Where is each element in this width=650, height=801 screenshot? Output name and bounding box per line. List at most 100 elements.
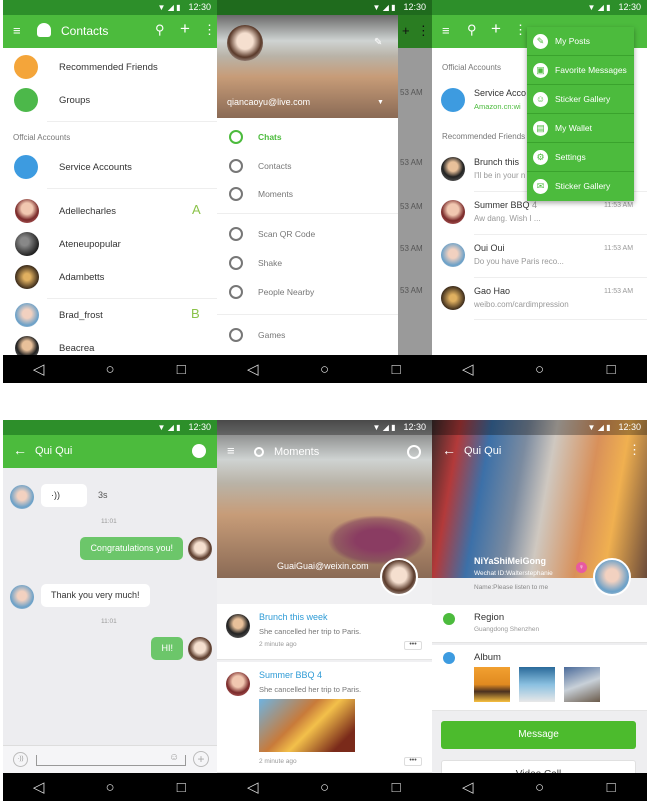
drawer-item-scan-qr[interactable]: Scan QR Code [258, 229, 315, 239]
back-icon[interactable]: ◁ [32, 779, 46, 796]
chat-snippet: I'll be in your n [474, 171, 526, 180]
more-options-button[interactable]: ••• [404, 757, 422, 766]
home-icon[interactable]: ○ [103, 779, 117, 796]
avatar [441, 286, 465, 310]
contact-name[interactable]: Brad_frost [59, 310, 103, 321]
edit-icon[interactable]: ✎ [374, 37, 382, 48]
post-title[interactable]: Summer BBQ 4 [259, 670, 322, 680]
chat-title[interactable]: Service Acco [474, 88, 526, 98]
album-row[interactable]: Album [432, 645, 647, 711]
post-title[interactable]: Brunch this week [259, 612, 328, 622]
user-avatar[interactable] [593, 558, 631, 596]
chat-title[interactable]: Oui Oui [474, 243, 505, 253]
plus-icon[interactable]: + [193, 751, 209, 767]
back-arrow-icon[interactable]: ← [13, 442, 27, 458]
dropdown-icon[interactable]: ▼ [377, 99, 384, 106]
search-icon[interactable]: ⚲ [467, 22, 477, 38]
menu-icon[interactable]: ≡ [227, 443, 235, 458]
contacts-screen: ▼ ◢ ▮ 12:30 ≡ Contacts ⚲ + ⋮ Recommended … [3, 0, 217, 383]
groups-item[interactable]: Groups [59, 95, 90, 106]
more-options-button[interactable]: ••• [404, 641, 422, 650]
message-input[interactable] [36, 755, 186, 766]
menu-item-sticker-gallery-2[interactable]: ✉ Sticker Gallery [527, 172, 634, 201]
user-avatar[interactable] [227, 25, 263, 61]
album-photo[interactable] [519, 667, 555, 702]
contact-name[interactable]: Ateneupopular [59, 239, 121, 250]
post-photo[interactable] [259, 699, 355, 752]
search-icon[interactable]: ⚲ [155, 22, 165, 38]
home-icon[interactable]: ○ [532, 361, 546, 378]
section-header-official: Official Accounts [442, 63, 501, 72]
album-photo[interactable] [564, 667, 600, 702]
chat-subtitle: Amazon.cn:wi [474, 102, 521, 111]
menu-icon[interactable]: ≡ [442, 23, 450, 38]
back-icon[interactable]: ◁ [461, 779, 475, 796]
avatar [10, 485, 34, 509]
add-icon[interactable]: + [491, 19, 501, 39]
page-title: Contacts [61, 24, 109, 38]
posts-icon: ✎ [533, 34, 548, 49]
voice-input-icon[interactable]: ·)) [13, 752, 28, 767]
drawer-item-chats[interactable]: Chats [258, 132, 282, 142]
album-photo[interactable] [474, 667, 510, 702]
female-icon: ♀ [576, 562, 587, 573]
name-line: Name:Please listen to me [474, 584, 549, 591]
recents-icon[interactable]: □ [604, 779, 618, 796]
chat-title[interactable]: Gao Hao [474, 286, 510, 296]
voice-message[interactable]: ·)) [41, 484, 87, 507]
system-nav-bar: ◁ ○ □ [432, 355, 647, 383]
add-icon[interactable]: + [180, 19, 190, 39]
more-icon[interactable]: ⋮ [203, 22, 216, 38]
shake-icon [229, 256, 243, 270]
menu-item-favorite-messages[interactable]: ▣ Favorite Messages [527, 56, 634, 85]
back-icon[interactable]: ◁ [461, 361, 475, 378]
recommended-friends-item[interactable]: Recommended Friends [59, 62, 158, 73]
home-icon[interactable]: ○ [103, 361, 117, 378]
menu-item-settings[interactable]: ⚙ Settings [527, 143, 634, 172]
menu-item-my-posts[interactable]: ✎ My Posts [527, 27, 634, 56]
back-icon[interactable]: ◁ [246, 361, 260, 378]
contact-name[interactable]: Adellecharles [59, 206, 116, 217]
back-icon[interactable]: ◁ [246, 779, 260, 796]
message-bubble-sent: Congratulations you! [80, 537, 183, 560]
contact-name[interactable]: Adambetts [59, 272, 104, 283]
recents-icon[interactable]: □ [174, 361, 188, 378]
drawer-screen: ▼ ◢ ▮ 12:30 + ⋮ 53 AM 53 AM 53 AM 53 AM 5… [217, 0, 432, 383]
contact-name[interactable]: Beacrea [59, 343, 94, 354]
divider [47, 121, 217, 122]
divider [474, 234, 647, 235]
menu-icon[interactable]: ≡ [13, 23, 21, 38]
menu-item-sticker-gallery[interactable]: ☺ Sticker Gallery [527, 85, 634, 114]
message-button[interactable]: Message [441, 721, 636, 749]
drawer-item-games[interactable]: Games [258, 330, 285, 340]
more-icon[interactable]: ⋮ [514, 22, 527, 38]
recents-icon[interactable]: □ [604, 361, 618, 378]
back-icon[interactable]: ◁ [32, 361, 46, 378]
home-icon[interactable]: ○ [317, 361, 331, 378]
drawer-item-shake[interactable]: Shake [258, 258, 282, 268]
home-icon[interactable]: ○ [532, 779, 546, 796]
dimmed-time: 53 AM [400, 202, 423, 211]
profile-icon[interactable] [192, 444, 206, 458]
home-icon[interactable]: ○ [317, 779, 331, 796]
drawer-item-people-nearby[interactable]: People Nearby [258, 287, 314, 297]
avatar [15, 303, 39, 327]
app-bar: ≡ Contacts ⚲ + ⋮ [3, 15, 217, 48]
voice-icon: ·)) [51, 490, 60, 500]
recents-icon[interactable]: □ [389, 779, 403, 796]
camera-icon[interactable] [407, 445, 421, 459]
more-icon[interactable]: ⋮ [628, 442, 641, 458]
back-arrow-icon[interactable]: ← [442, 442, 456, 458]
service-accounts-item[interactable]: Service Accounts [59, 162, 132, 173]
mail-icon: ✉ [533, 179, 548, 194]
user-avatar[interactable] [380, 558, 418, 596]
menu-item-my-wallet[interactable]: ▤ My Wallet [527, 114, 634, 143]
emoji-icon[interactable]: ☺ [169, 752, 179, 763]
recents-icon[interactable]: □ [389, 361, 403, 378]
chat-title[interactable]: Brunch this [474, 157, 519, 167]
drawer-item-moments[interactable]: Moments [258, 189, 293, 199]
avatar [15, 232, 39, 256]
recents-icon[interactable]: □ [174, 779, 188, 796]
chat-title[interactable]: Summer BBQ 4 [474, 200, 537, 210]
drawer-item-contacts[interactable]: Contacts [258, 161, 292, 171]
